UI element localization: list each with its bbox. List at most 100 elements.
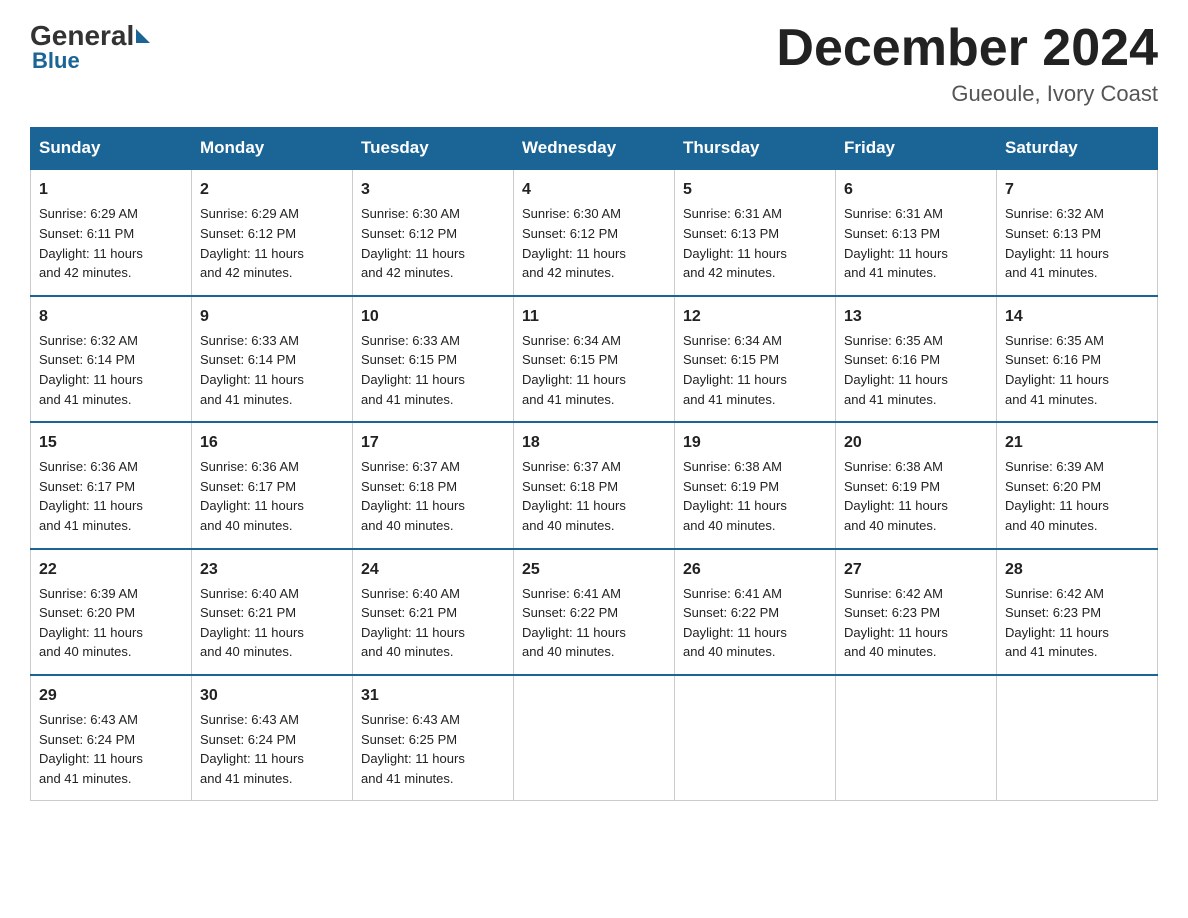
weekday-header-friday: Friday: [836, 128, 997, 170]
day-number: 5: [683, 178, 827, 201]
day-info: Sunrise: 6:41 AMSunset: 6:22 PMDaylight:…: [683, 586, 787, 660]
day-number: 17: [361, 431, 505, 454]
calendar-day-cell: 20 Sunrise: 6:38 AMSunset: 6:19 PMDaylig…: [836, 422, 997, 548]
calendar-day-cell: 12 Sunrise: 6:34 AMSunset: 6:15 PMDaylig…: [675, 296, 836, 422]
calendar-day-cell: 7 Sunrise: 6:32 AMSunset: 6:13 PMDayligh…: [997, 169, 1158, 295]
weekday-header-thursday: Thursday: [675, 128, 836, 170]
logo: General Blue: [30, 20, 152, 74]
calendar-day-cell: 23 Sunrise: 6:40 AMSunset: 6:21 PMDaylig…: [192, 549, 353, 675]
calendar-day-cell: 21 Sunrise: 6:39 AMSunset: 6:20 PMDaylig…: [997, 422, 1158, 548]
day-info: Sunrise: 6:40 AMSunset: 6:21 PMDaylight:…: [361, 586, 465, 660]
day-number: 8: [39, 305, 183, 328]
day-info: Sunrise: 6:34 AMSunset: 6:15 PMDaylight:…: [683, 333, 787, 407]
day-number: 27: [844, 558, 988, 581]
day-number: 24: [361, 558, 505, 581]
day-number: 12: [683, 305, 827, 328]
calendar-day-cell: 4 Sunrise: 6:30 AMSunset: 6:12 PMDayligh…: [514, 169, 675, 295]
day-info: Sunrise: 6:38 AMSunset: 6:19 PMDaylight:…: [844, 459, 948, 533]
weekday-header-sunday: Sunday: [31, 128, 192, 170]
weekday-header-row: SundayMondayTuesdayWednesdayThursdayFrid…: [31, 128, 1158, 170]
day-info: Sunrise: 6:37 AMSunset: 6:18 PMDaylight:…: [361, 459, 465, 533]
calendar-day-cell: 13 Sunrise: 6:35 AMSunset: 6:16 PMDaylig…: [836, 296, 997, 422]
day-info: Sunrise: 6:33 AMSunset: 6:14 PMDaylight:…: [200, 333, 304, 407]
day-number: 19: [683, 431, 827, 454]
calendar-day-cell: 5 Sunrise: 6:31 AMSunset: 6:13 PMDayligh…: [675, 169, 836, 295]
calendar-day-cell: 22 Sunrise: 6:39 AMSunset: 6:20 PMDaylig…: [31, 549, 192, 675]
day-info: Sunrise: 6:35 AMSunset: 6:16 PMDaylight:…: [1005, 333, 1109, 407]
calendar-day-cell: [514, 675, 675, 801]
calendar-week-row: 15 Sunrise: 6:36 AMSunset: 6:17 PMDaylig…: [31, 422, 1158, 548]
day-info: Sunrise: 6:37 AMSunset: 6:18 PMDaylight:…: [522, 459, 626, 533]
day-info: Sunrise: 6:32 AMSunset: 6:13 PMDaylight:…: [1005, 206, 1109, 280]
calendar-day-cell: [836, 675, 997, 801]
day-info: Sunrise: 6:35 AMSunset: 6:16 PMDaylight:…: [844, 333, 948, 407]
day-info: Sunrise: 6:34 AMSunset: 6:15 PMDaylight:…: [522, 333, 626, 407]
day-info: Sunrise: 6:43 AMSunset: 6:24 PMDaylight:…: [200, 712, 304, 786]
location-text: Gueoule, Ivory Coast: [776, 81, 1158, 107]
calendar-week-row: 29 Sunrise: 6:43 AMSunset: 6:24 PMDaylig…: [31, 675, 1158, 801]
day-number: 15: [39, 431, 183, 454]
day-number: 7: [1005, 178, 1149, 201]
day-number: 29: [39, 684, 183, 707]
day-info: Sunrise: 6:39 AMSunset: 6:20 PMDaylight:…: [1005, 459, 1109, 533]
day-info: Sunrise: 6:42 AMSunset: 6:23 PMDaylight:…: [1005, 586, 1109, 660]
day-number: 14: [1005, 305, 1149, 328]
calendar-day-cell: 9 Sunrise: 6:33 AMSunset: 6:14 PMDayligh…: [192, 296, 353, 422]
calendar-day-cell: 31 Sunrise: 6:43 AMSunset: 6:25 PMDaylig…: [353, 675, 514, 801]
weekday-header-tuesday: Tuesday: [353, 128, 514, 170]
day-number: 9: [200, 305, 344, 328]
day-info: Sunrise: 6:39 AMSunset: 6:20 PMDaylight:…: [39, 586, 143, 660]
calendar-day-cell: [675, 675, 836, 801]
day-info: Sunrise: 6:43 AMSunset: 6:24 PMDaylight:…: [39, 712, 143, 786]
day-number: 16: [200, 431, 344, 454]
calendar-week-row: 1 Sunrise: 6:29 AMSunset: 6:11 PMDayligh…: [31, 169, 1158, 295]
title-block: December 2024 Gueoule, Ivory Coast: [776, 20, 1158, 107]
day-number: 18: [522, 431, 666, 454]
calendar-day-cell: 27 Sunrise: 6:42 AMSunset: 6:23 PMDaylig…: [836, 549, 997, 675]
day-number: 26: [683, 558, 827, 581]
month-title: December 2024: [776, 20, 1158, 77]
day-number: 3: [361, 178, 505, 201]
calendar-day-cell: 28 Sunrise: 6:42 AMSunset: 6:23 PMDaylig…: [997, 549, 1158, 675]
calendar-day-cell: 30 Sunrise: 6:43 AMSunset: 6:24 PMDaylig…: [192, 675, 353, 801]
calendar-week-row: 22 Sunrise: 6:39 AMSunset: 6:20 PMDaylig…: [31, 549, 1158, 675]
day-number: 1: [39, 178, 183, 201]
calendar-day-cell: 16 Sunrise: 6:36 AMSunset: 6:17 PMDaylig…: [192, 422, 353, 548]
day-number: 10: [361, 305, 505, 328]
logo-blue-text: Blue: [32, 48, 80, 74]
day-number: 4: [522, 178, 666, 201]
day-number: 6: [844, 178, 988, 201]
day-info: Sunrise: 6:33 AMSunset: 6:15 PMDaylight:…: [361, 333, 465, 407]
day-info: Sunrise: 6:30 AMSunset: 6:12 PMDaylight:…: [522, 206, 626, 280]
calendar-day-cell: 8 Sunrise: 6:32 AMSunset: 6:14 PMDayligh…: [31, 296, 192, 422]
weekday-header-monday: Monday: [192, 128, 353, 170]
day-info: Sunrise: 6:40 AMSunset: 6:21 PMDaylight:…: [200, 586, 304, 660]
calendar-day-cell: 1 Sunrise: 6:29 AMSunset: 6:11 PMDayligh…: [31, 169, 192, 295]
calendar-day-cell: 6 Sunrise: 6:31 AMSunset: 6:13 PMDayligh…: [836, 169, 997, 295]
day-info: Sunrise: 6:41 AMSunset: 6:22 PMDaylight:…: [522, 586, 626, 660]
day-info: Sunrise: 6:30 AMSunset: 6:12 PMDaylight:…: [361, 206, 465, 280]
logo-arrow-icon: [136, 29, 150, 43]
day-info: Sunrise: 6:36 AMSunset: 6:17 PMDaylight:…: [39, 459, 143, 533]
day-info: Sunrise: 6:42 AMSunset: 6:23 PMDaylight:…: [844, 586, 948, 660]
day-info: Sunrise: 6:32 AMSunset: 6:14 PMDaylight:…: [39, 333, 143, 407]
day-number: 13: [844, 305, 988, 328]
day-info: Sunrise: 6:31 AMSunset: 6:13 PMDaylight:…: [844, 206, 948, 280]
day-number: 11: [522, 305, 666, 328]
calendar-day-cell: 18 Sunrise: 6:37 AMSunset: 6:18 PMDaylig…: [514, 422, 675, 548]
day-info: Sunrise: 6:43 AMSunset: 6:25 PMDaylight:…: [361, 712, 465, 786]
calendar-day-cell: 11 Sunrise: 6:34 AMSunset: 6:15 PMDaylig…: [514, 296, 675, 422]
calendar-day-cell: [997, 675, 1158, 801]
calendar-day-cell: 2 Sunrise: 6:29 AMSunset: 6:12 PMDayligh…: [192, 169, 353, 295]
day-info: Sunrise: 6:31 AMSunset: 6:13 PMDaylight:…: [683, 206, 787, 280]
calendar-day-cell: 24 Sunrise: 6:40 AMSunset: 6:21 PMDaylig…: [353, 549, 514, 675]
calendar-day-cell: 25 Sunrise: 6:41 AMSunset: 6:22 PMDaylig…: [514, 549, 675, 675]
calendar-day-cell: 14 Sunrise: 6:35 AMSunset: 6:16 PMDaylig…: [997, 296, 1158, 422]
day-number: 21: [1005, 431, 1149, 454]
calendar-week-row: 8 Sunrise: 6:32 AMSunset: 6:14 PMDayligh…: [31, 296, 1158, 422]
calendar-day-cell: 19 Sunrise: 6:38 AMSunset: 6:19 PMDaylig…: [675, 422, 836, 548]
day-info: Sunrise: 6:38 AMSunset: 6:19 PMDaylight:…: [683, 459, 787, 533]
day-number: 28: [1005, 558, 1149, 581]
day-number: 22: [39, 558, 183, 581]
day-number: 2: [200, 178, 344, 201]
